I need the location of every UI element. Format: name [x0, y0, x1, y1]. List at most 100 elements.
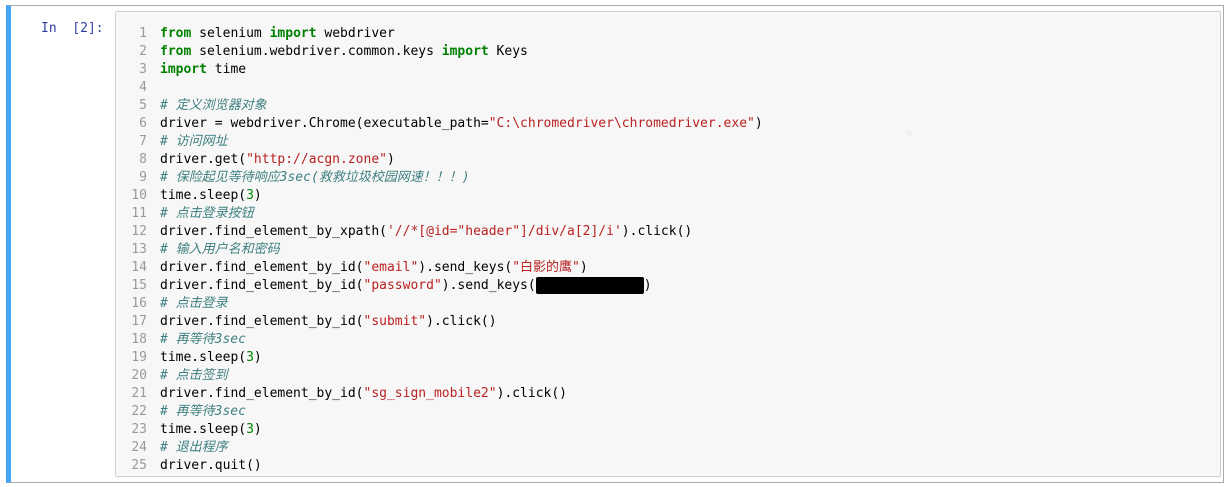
code-text: # 再等待3sec: [160, 331, 246, 349]
code-token: '//*[@id="header"]/div/a[2]/i': [386, 224, 622, 239]
code-line[interactable]: 8 driver.get("http://acgn.zone"): [116, 151, 1220, 169]
line-number: 11: [131, 206, 147, 221]
code-token: "password": [363, 278, 442, 293]
code-text: driver.get("http://acgn.zone"): [160, 151, 395, 169]
line-number: 20: [131, 368, 147, 383]
code-text: driver.find_element_by_id("sg_sign_mobil…: [160, 385, 567, 403]
code-line[interactable]: 7 # 访问网址: [116, 133, 1220, 151]
code-token: time.sleep(: [160, 422, 247, 437]
code-token: driver.find_element_by_id(: [160, 260, 364, 275]
code-token: "email": [363, 260, 419, 275]
code-line[interactable]: 6 driver = webdriver.Chrome(executable_pa…: [116, 115, 1220, 133]
code-line[interactable]: 4: [116, 79, 1220, 97]
code-token: # 退出程序: [160, 440, 228, 455]
code-line[interactable]: 9 # 保险起见等待响应3sec(救救垃圾校园网速！！！): [116, 169, 1220, 187]
line-number: 13: [131, 242, 147, 257]
code-text: # 点击登录: [160, 295, 228, 313]
code-line[interactable]: 21 driver.find_element_by_id("sg_sign_mob…: [116, 385, 1220, 403]
code-token: ): [253, 422, 262, 437]
line-number: 24: [131, 440, 147, 455]
code-line[interactable]: 3 import time: [116, 61, 1220, 79]
code-token: driver.quit(): [160, 458, 262, 473]
code-token: ).click(): [496, 386, 568, 401]
code-token: from: [160, 44, 192, 59]
code-token: # 再等待3sec: [160, 332, 246, 347]
code-line[interactable]: 18 # 再等待3sec: [116, 331, 1220, 349]
line-number: 15: [131, 278, 147, 293]
code-line[interactable]: 23 time.sleep(3): [116, 421, 1220, 439]
code-token: # 访问网址: [160, 134, 228, 149]
code-token: ): [253, 188, 262, 203]
line-number: 22: [131, 404, 147, 419]
code-token: ): [754, 116, 763, 131]
line-number: 4: [139, 80, 147, 95]
code-line[interactable]: 15 driver.find_element_by_id("password").…: [116, 277, 1220, 295]
code-token: import: [160, 62, 207, 77]
code-line[interactable]: 13 # 输入用户名和密码: [116, 241, 1220, 259]
code-line[interactable]: 25 driver.quit(): [116, 457, 1220, 475]
code-line[interactable]: 20 # 点击签到: [116, 367, 1220, 385]
code-text: # 访问网址: [160, 133, 228, 151]
code-token: ).send_keys(: [441, 278, 536, 293]
line-number: 7: [139, 134, 147, 149]
line-number: 16: [131, 296, 147, 311]
line-number: 5: [139, 98, 147, 113]
code-token: import: [441, 44, 489, 59]
line-number: 14: [131, 260, 147, 275]
code-text: driver.find_element_by_xpath('//*[@id="h…: [160, 223, 692, 241]
code-editor[interactable]: 1 from selenium import webdriver 2 from sel…: [115, 11, 1221, 477]
code-token: # 点击登录按钮: [160, 206, 254, 221]
code-token: driver = webdriver.Chrome(executable_pat…: [160, 116, 489, 131]
code-text: import time: [160, 61, 246, 79]
code-token: driver.find_element_by_id(: [160, 278, 364, 293]
code-line[interactable]: 11 # 点击登录按钮: [116, 205, 1220, 223]
code-line[interactable]: 5 # 定义浏览器对象: [116, 97, 1220, 115]
code-token: # 点击签到: [160, 368, 228, 383]
line-number: 8: [139, 152, 147, 167]
code-line[interactable]: 17 driver.find_element_by_id("submit").cl…: [116, 313, 1220, 331]
code-token: from: [160, 26, 192, 41]
code-text: from selenium.webdriver.common.keys impo…: [160, 43, 528, 61]
line-number: 10: [131, 188, 147, 203]
code-token: webdriver: [316, 26, 395, 41]
code-text: # 点击登录按钮: [160, 205, 254, 223]
code-line[interactable]: 1 from selenium import webdriver: [116, 25, 1220, 43]
code-token: driver.find_element_by_xpath(: [160, 224, 387, 239]
line-number: 17: [131, 314, 147, 329]
code-line[interactable]: 19 time.sleep(3): [116, 349, 1220, 367]
code-text: # 退出程序: [160, 439, 228, 457]
code-token: Keys: [488, 44, 528, 59]
code-line[interactable]: 2 from selenium.webdriver.common.keys imp…: [116, 43, 1220, 61]
code-token: ): [253, 350, 262, 365]
code-text: # 定义浏览器对象: [160, 97, 267, 115]
line-number: 2: [139, 44, 147, 59]
code-token: "C:\chromedriver\chromedriver.exe": [488, 116, 755, 131]
code-token: # 再等待3sec: [160, 404, 246, 419]
code-token: # 定义浏览器对象: [160, 98, 267, 113]
code-line[interactable]: 22 # 再等待3sec: [116, 403, 1220, 421]
code-token: # 保险起见等待响应3sec(救救垃圾校园网速！！！): [160, 170, 470, 185]
code-token: driver.find_element_by_id(: [160, 386, 364, 401]
code-text: driver.find_element_by_id("email").send_…: [160, 259, 588, 277]
code-token: ): [643, 278, 652, 293]
code-token: time: [206, 62, 247, 77]
code-line[interactable]: 14 driver.find_element_by_id("email").sen…: [116, 259, 1220, 277]
code-text: driver.find_element_by_id("submit").clic…: [160, 313, 497, 331]
line-number: 3: [139, 62, 147, 77]
code-line[interactable]: 10 time.sleep(3): [116, 187, 1220, 205]
code-line[interactable]: 12 driver.find_element_by_xpath('//*[@id=…: [116, 223, 1220, 241]
code-token: 3: [246, 350, 254, 365]
code-token: time.sleep(: [160, 350, 247, 365]
code-text: # 点击签到: [160, 367, 228, 385]
code-token: selenium: [191, 26, 270, 41]
code-text: # 保险起见等待响应3sec(救救垃圾校园网速！！！): [160, 169, 470, 187]
code-line[interactable]: 24 # 退出程序: [116, 439, 1220, 457]
line-number: 21: [131, 386, 147, 401]
code-token: import: [269, 26, 317, 41]
line-number: 9: [139, 170, 147, 185]
code-line[interactable]: 16 # 点击登录: [116, 295, 1220, 313]
code-cell[interactable]: In [2]: 1 from selenium import webdriver 2…: [6, 5, 1224, 483]
code-text: time.sleep(3): [160, 421, 262, 439]
code-token: ): [386, 152, 395, 167]
redacted-block: [535, 277, 644, 294]
